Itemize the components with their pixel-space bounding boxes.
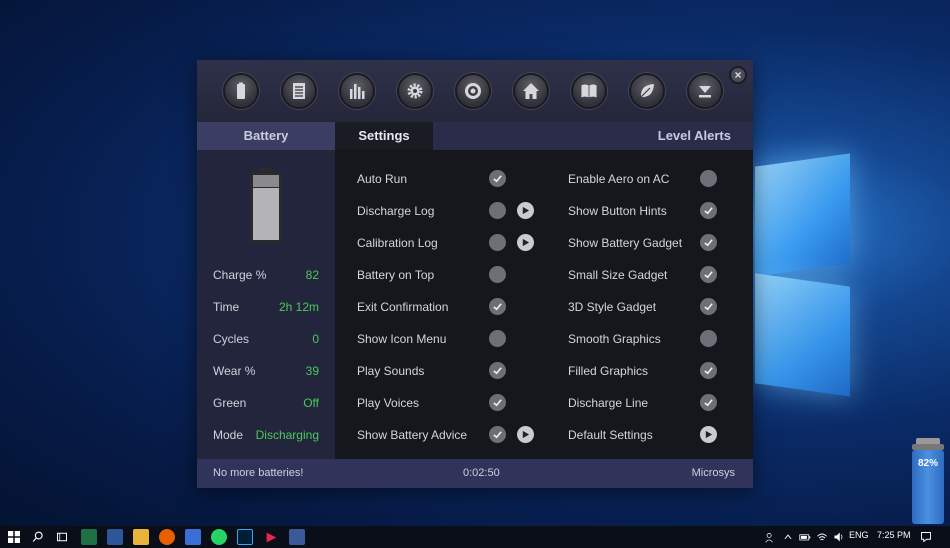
minimize-icon[interactable] xyxy=(687,73,723,109)
stat-cycles: Cycles 0 xyxy=(213,332,319,346)
word-icon[interactable] xyxy=(107,529,123,545)
battery-gadget[interactable]: 82% xyxy=(910,438,946,524)
chevron-up-icon[interactable] xyxy=(780,529,796,545)
elapsed-time: 0:02:50 xyxy=(463,467,500,479)
setting-label: Battery on Top xyxy=(357,268,435,282)
checked-toggle[interactable] xyxy=(700,362,717,379)
checked-toggle[interactable] xyxy=(489,298,506,315)
excel-icon[interactable] xyxy=(81,529,97,545)
notification-icon[interactable] xyxy=(918,529,934,545)
setting-label: Smooth Graphics xyxy=(568,332,661,346)
battery-image xyxy=(250,168,282,243)
stat-charge: Charge % 82 xyxy=(213,268,319,282)
setting-label: Discharge Line xyxy=(568,396,649,410)
bar-chart-icon[interactable] xyxy=(339,73,375,109)
search-icon[interactable] xyxy=(30,529,46,545)
play-button[interactable] xyxy=(517,202,534,219)
checked-toggle[interactable] xyxy=(489,362,506,379)
leaf-icon[interactable] xyxy=(629,73,665,109)
tab-level-alerts[interactable]: Level Alerts xyxy=(658,122,731,150)
stat-green: Green Off xyxy=(213,396,319,410)
setting-label: Calibration Log xyxy=(357,236,438,250)
setting-label: Small Size Gadget xyxy=(568,268,668,282)
start-icon[interactable] xyxy=(6,529,22,545)
checked-toggle[interactable] xyxy=(700,234,717,251)
setting-label: Enable Aero on AC xyxy=(568,172,670,186)
checked-toggle[interactable] xyxy=(489,426,506,443)
unchecked-toggle[interactable] xyxy=(489,330,506,347)
setting-label: Show Icon Menu xyxy=(357,332,447,346)
settings-panel: Auto Run Discharge Log Calibration Log Batt… xyxy=(335,150,753,459)
setting-label: 3D Style Gadget xyxy=(568,300,657,314)
media-player-icon[interactable] xyxy=(263,529,279,545)
clock[interactable]: 7:25 PM xyxy=(877,530,911,540)
language-indicator[interactable]: ENG xyxy=(849,530,869,540)
windows-logo xyxy=(745,120,855,410)
status-message: No more batteries! xyxy=(213,467,304,479)
unchecked-toggle[interactable] xyxy=(489,266,506,283)
firefox-icon[interactable] xyxy=(159,529,175,545)
unchecked-toggle[interactable] xyxy=(489,234,506,251)
photoshop-icon[interactable] xyxy=(237,529,253,545)
setting-label: Play Voices xyxy=(357,396,420,410)
battery-panel: Charge % 82 Time 2h 12m Cycles 0 Wear % 39 G… xyxy=(197,150,335,459)
whatsapp-icon[interactable] xyxy=(211,529,227,545)
tab-bar: Battery Settings Level Alerts xyxy=(197,122,753,150)
setting-label: Discharge Log xyxy=(357,204,435,218)
gear-icon[interactable] xyxy=(397,73,433,109)
setting-label: Default Settings xyxy=(568,428,653,442)
file-explorer-icon[interactable] xyxy=(133,529,149,545)
setting-label: Show Battery Gadget xyxy=(568,236,683,250)
gadget-label: 82% xyxy=(917,458,938,469)
setting-label: Filled Graphics xyxy=(568,364,649,378)
close-button[interactable]: × xyxy=(729,66,747,84)
setting-label: Auto Run xyxy=(357,172,408,186)
home-icon[interactable] xyxy=(513,73,549,109)
checked-toggle[interactable] xyxy=(700,266,717,283)
checked-toggle[interactable] xyxy=(489,394,506,411)
wifi-icon[interactable] xyxy=(814,529,830,545)
play-button[interactable] xyxy=(517,234,534,251)
unchecked-toggle[interactable] xyxy=(700,170,717,187)
setting-label: Play Sounds xyxy=(357,364,425,378)
task-view-icon[interactable] xyxy=(54,529,70,545)
battery-icon[interactable] xyxy=(223,73,259,109)
toolbar: × xyxy=(197,60,753,122)
setting-label: Show Button Hints xyxy=(568,204,667,218)
setting-label: Exit Confirmation xyxy=(357,300,449,314)
vendor-label: Microsys xyxy=(691,467,735,479)
play-button[interactable] xyxy=(700,426,717,443)
setting-label: Show Battery Advice xyxy=(357,428,468,442)
checked-toggle[interactable] xyxy=(700,202,717,219)
target-icon[interactable] xyxy=(455,73,491,109)
battery-optimizer-window: × Battery Settings Level Alerts Charge %… xyxy=(197,60,753,488)
app-icon[interactable] xyxy=(185,529,201,545)
people-icon[interactable] xyxy=(762,529,778,545)
tab-settings[interactable]: Settings xyxy=(335,122,433,150)
checked-toggle[interactable] xyxy=(489,170,506,187)
play-button[interactable] xyxy=(517,426,534,443)
status-bar: No more batteries! 0:02:50 Microsys xyxy=(197,459,753,488)
checked-toggle[interactable] xyxy=(700,394,717,411)
volume-icon[interactable] xyxy=(831,529,847,545)
stat-time: Time 2h 12m xyxy=(213,300,319,314)
battery-tray-icon[interactable] xyxy=(797,529,813,545)
stat-mode: Mode Discharging xyxy=(213,428,319,442)
book-icon[interactable] xyxy=(571,73,607,109)
taskbar: ENG 7:25 PM xyxy=(0,526,950,548)
stat-wear: Wear % 39 xyxy=(213,364,319,378)
unchecked-toggle[interactable] xyxy=(489,202,506,219)
list-icon[interactable] xyxy=(281,73,317,109)
unchecked-toggle[interactable] xyxy=(700,330,717,347)
checked-toggle[interactable] xyxy=(700,298,717,315)
facebook-icon[interactable] xyxy=(289,529,305,545)
tab-battery[interactable]: Battery xyxy=(197,122,335,150)
